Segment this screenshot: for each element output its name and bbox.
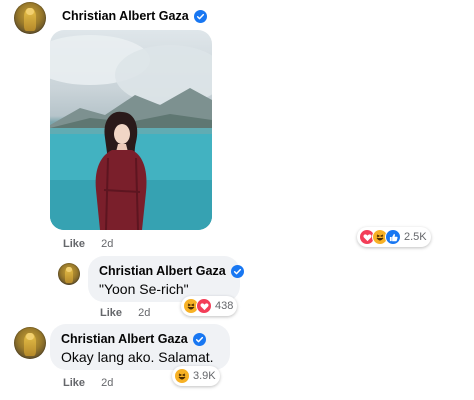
timestamp[interactable]: 2d: [138, 307, 150, 319]
reaction-count: 3.9K: [193, 370, 216, 382]
timestamp[interactable]: 2d: [101, 238, 113, 250]
reply-text: "Yoon Se-rich": [99, 281, 189, 297]
author-name-text[interactable]: Christian Albert Gaza: [62, 9, 189, 23]
comment-meta: Like 2d: [63, 377, 113, 389]
reaction-count: 438: [215, 300, 234, 312]
avatar[interactable]: [14, 2, 46, 34]
reaction-summary[interactable]: 438: [181, 296, 238, 316]
reply-author-name[interactable]: Christian Albert Gaza: [99, 264, 244, 278]
avatar[interactable]: [14, 327, 46, 359]
like-link[interactable]: Like: [63, 377, 85, 389]
avatar[interactable]: [58, 263, 80, 285]
verified-badge-icon: [192, 332, 206, 346]
comment-author-name[interactable]: Christian Albert Gaza: [61, 332, 206, 346]
comment-author-name[interactable]: Christian Albert Gaza: [62, 9, 207, 23]
comment-meta: Like 2d: [63, 238, 113, 250]
love-icon: [196, 298, 212, 314]
lake-mountain-scene: [50, 35, 212, 230]
comment-bubble: Christian Albert Gaza Okay lang ako. Sal…: [50, 324, 230, 370]
like-link[interactable]: Like: [63, 238, 85, 250]
reaction-summary[interactable]: 3.9K: [172, 366, 220, 386]
comment-photo[interactable]: [50, 30, 212, 230]
like-link[interactable]: Like: [100, 307, 122, 319]
verified-badge-icon: [193, 9, 207, 23]
author-name-text[interactable]: Christian Albert Gaza: [61, 332, 188, 346]
comment-text: Okay lang ako. Salamat.: [61, 349, 214, 365]
like-icon: [385, 229, 401, 245]
reaction-summary[interactable]: 2.5K: [357, 227, 431, 247]
verified-badge-icon: [230, 264, 244, 278]
reply-meta: Like 2d: [100, 307, 150, 319]
author-name-text[interactable]: Christian Albert Gaza: [99, 264, 226, 278]
timestamp[interactable]: 2d: [101, 377, 113, 389]
haha-icon: [174, 368, 190, 384]
reaction-count: 2.5K: [404, 231, 427, 243]
